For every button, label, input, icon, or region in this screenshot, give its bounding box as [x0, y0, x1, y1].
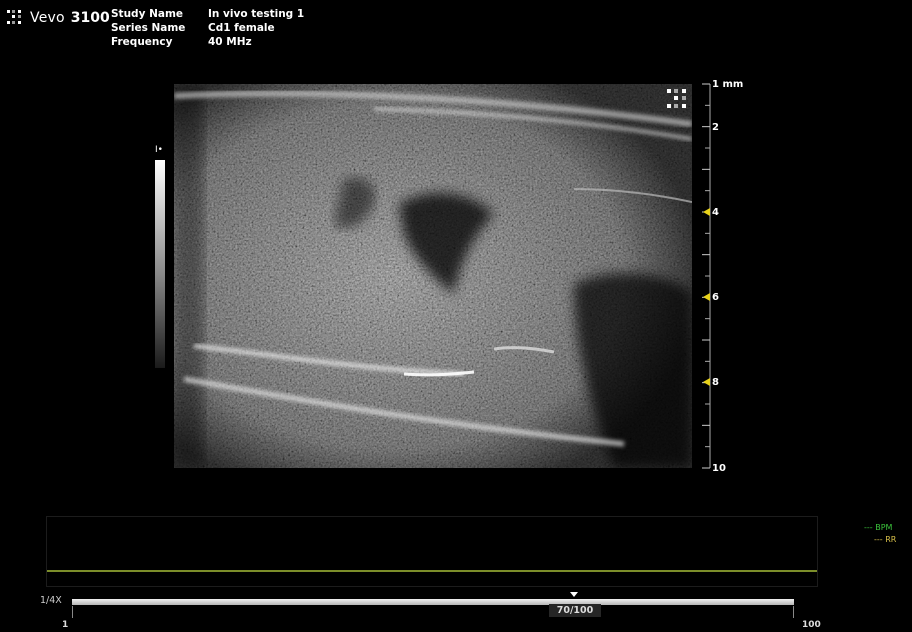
- depth-label-10: 10: [712, 463, 726, 474]
- study-name-label: Study Name: [111, 8, 184, 20]
- depth-label-2: 2: [712, 122, 719, 133]
- legend-rr: --- RR: [874, 535, 897, 544]
- physiology-trace-panel: [46, 516, 818, 587]
- playback-speed[interactable]: 1/4X: [40, 595, 62, 606]
- study-name-value: In vivo testing 1: [208, 8, 305, 20]
- frame-end-label: 100: [802, 620, 821, 630]
- vevo-logo: Vevo 3100: [6, 9, 110, 27]
- overlay-logo-icon: [667, 89, 686, 108]
- focus-marker-icon[interactable]: [703, 378, 710, 386]
- focus-marker-icon[interactable]: [703, 293, 710, 301]
- depth-label-1: 1 mm: [712, 79, 743, 90]
- vevo-logo-icon: [7, 10, 21, 24]
- brand-name: Vevo: [30, 10, 65, 26]
- frequency-value: 40 MHz: [208, 36, 252, 48]
- series-name-value: Cd1 female: [208, 22, 275, 34]
- depth-label-8: 8: [712, 377, 719, 388]
- frame-start-label: 1: [62, 620, 69, 630]
- frame-counter: 70/100: [549, 604, 601, 617]
- ultrasound-image[interactable]: [174, 84, 692, 468]
- series-name-label: Series Name: [111, 22, 186, 34]
- brand-model: 3100: [70, 10, 110, 26]
- legend-bpm: --- BPM: [864, 523, 893, 532]
- gain-grayscale-bar[interactable]: [155, 160, 165, 368]
- cine-scrollbar[interactable]: [72, 599, 794, 605]
- depth-label-4: 4: [712, 207, 719, 218]
- depth-label-6: 6: [712, 292, 719, 303]
- frequency-label: Frequency: [111, 36, 173, 48]
- depth-scale: 1 mm 2 4 6 8 10: [702, 79, 743, 474]
- playhead-marker-icon[interactable]: [570, 592, 578, 597]
- physio-trace-line: [47, 570, 817, 572]
- focus-marker-icon[interactable]: [703, 208, 710, 216]
- cine-range-bracket: [72, 606, 794, 618]
- gain-marker: I•: [155, 145, 163, 155]
